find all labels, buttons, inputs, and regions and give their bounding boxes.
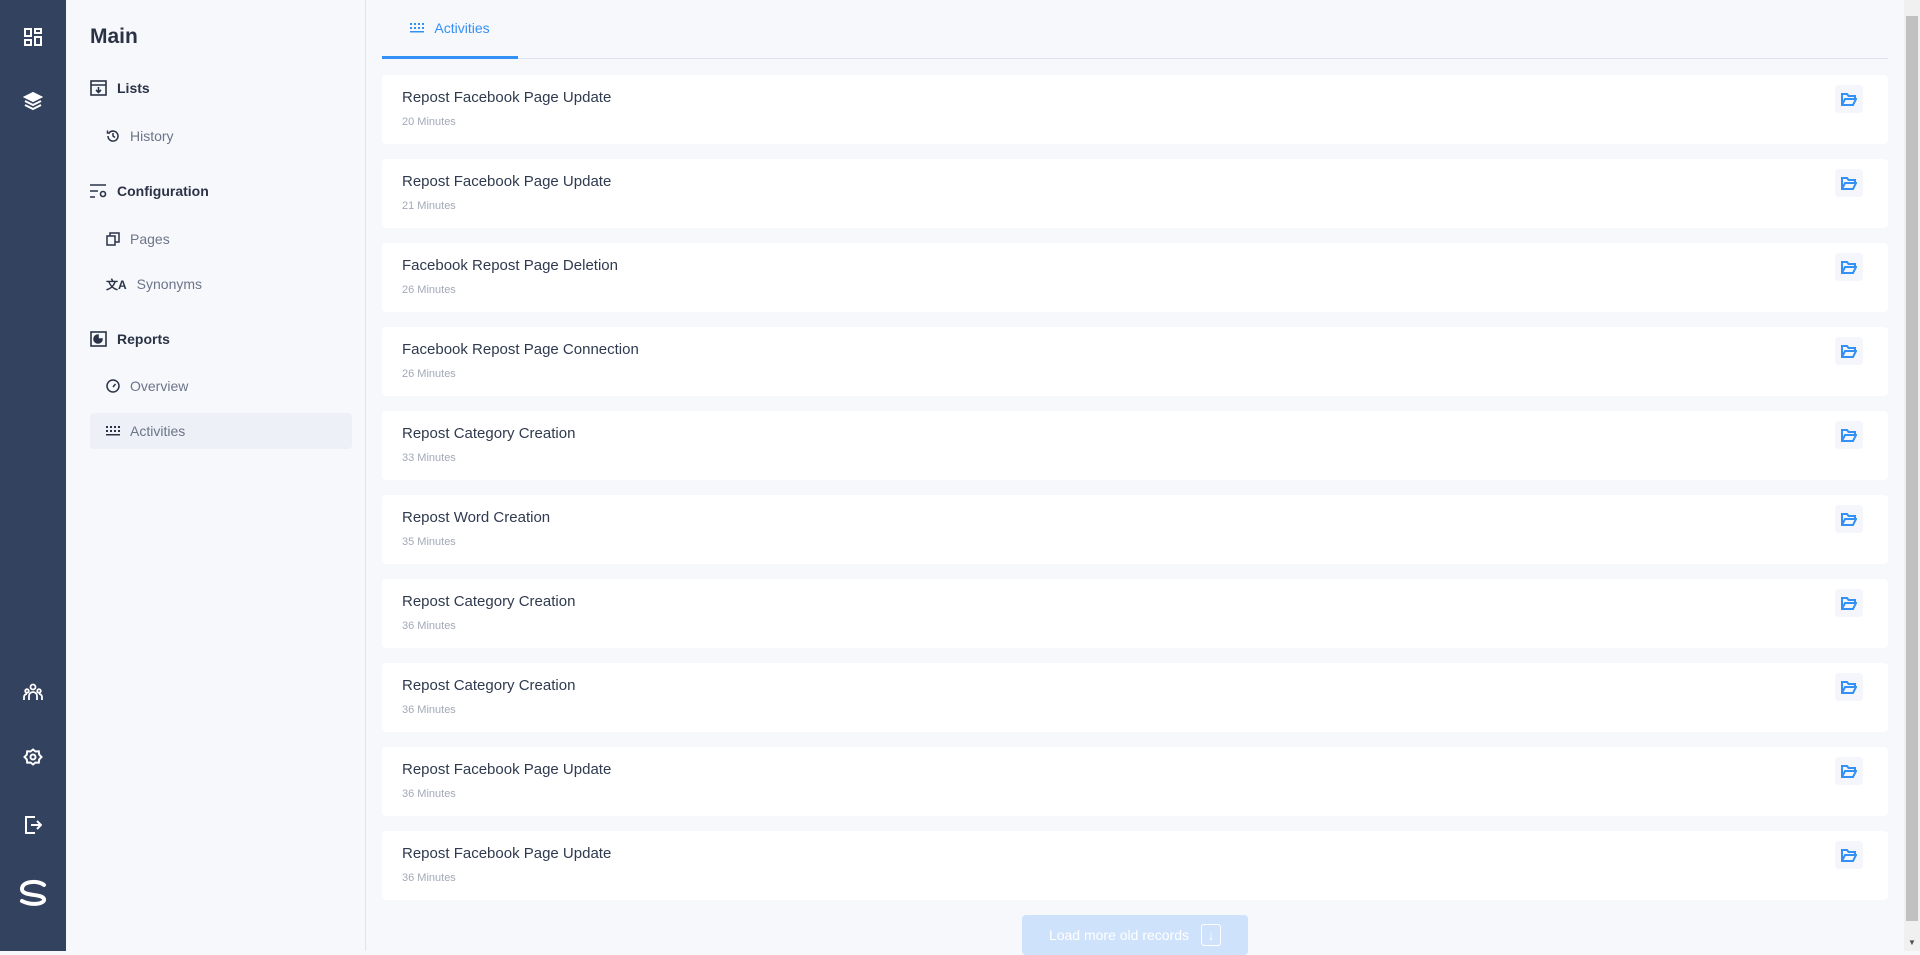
activity-card: Repost Category Creation 36 Minutes <box>382 579 1888 648</box>
sidebar-item-synonyms[interactable]: 文A Synonyms <box>90 266 352 302</box>
sidebar-item-label: Synonyms <box>136 276 203 292</box>
main-content: Activities Repost Facebook Page Update 20… <box>366 0 1904 955</box>
activity-card: Repost Facebook Page Update 36 Minutes <box>382 747 1888 816</box>
activity-time: 35 Minutes <box>402 536 456 548</box>
logo-icon <box>0 873 66 913</box>
folder-open-icon <box>1841 344 1857 358</box>
icon-rail <box>0 0 66 951</box>
activity-title: Repost Facebook Page Update <box>402 89 612 106</box>
scrollbar-thumb[interactable] <box>1906 16 1918 921</box>
gauge-icon <box>106 379 120 393</box>
activity-card: Repost Facebook Page Update 20 Minutes <box>382 75 1888 144</box>
sidebar-item-label: History <box>130 128 174 144</box>
activity-time: 26 Minutes <box>402 284 456 296</box>
section-configuration: Configuration <box>90 183 209 199</box>
open-folder-button[interactable] <box>1835 85 1863 113</box>
settings-icon[interactable] <box>0 738 66 778</box>
activity-card: Facebook Repost Page Deletion 26 Minutes <box>382 243 1888 312</box>
sidebar-item-activities[interactable]: Activities <box>90 413 352 449</box>
folder-open-icon <box>1841 92 1857 106</box>
folder-open-icon <box>1841 764 1857 778</box>
section-label: Lists <box>117 80 150 96</box>
scrollbar[interactable]: ▼ <box>1904 0 1920 951</box>
sidebar-item-label: Overview <box>130 378 189 394</box>
tab-label: Activities <box>434 20 490 36</box>
logout-icon[interactable] <box>0 805 66 845</box>
layers-icon[interactable] <box>0 81 66 121</box>
users-icon[interactable] <box>0 672 66 712</box>
activity-card: Repost Category Creation 36 Minutes <box>382 663 1888 732</box>
section-label: Reports <box>117 331 170 347</box>
activity-time: 21 Minutes <box>402 200 456 212</box>
section-lists: Lists <box>90 80 150 96</box>
activity-time: 36 Minutes <box>402 620 456 632</box>
folder-open-icon <box>1841 512 1857 526</box>
open-folder-button[interactable] <box>1835 421 1863 449</box>
folder-open-icon <box>1841 176 1857 190</box>
activity-title: Repost Category Creation <box>402 677 576 694</box>
dashboard-icon[interactable] <box>0 17 66 57</box>
open-folder-button[interactable] <box>1835 673 1863 701</box>
activity-time: 33 Minutes <box>402 452 456 464</box>
arrow-down-icon: ↓ <box>1201 924 1222 946</box>
activity-card: Repost Category Creation 33 Minutes <box>382 411 1888 480</box>
archive-icon <box>90 80 107 96</box>
activity-card: Repost Facebook Page Update 36 Minutes <box>382 831 1888 900</box>
open-folder-button[interactable] <box>1835 589 1863 617</box>
activity-time: 26 Minutes <box>402 368 456 380</box>
activity-title: Facebook Repost Page Connection <box>402 341 639 358</box>
open-folder-button[interactable] <box>1835 841 1863 869</box>
activity-title: Repost Word Creation <box>402 509 551 526</box>
activity-title: Repost Facebook Page Update <box>402 761 612 778</box>
activity-time: 36 Minutes <box>402 704 456 716</box>
open-folder-button[interactable] <box>1835 169 1863 197</box>
sidebar-item-pages[interactable]: Pages <box>90 221 352 257</box>
secondary-sidebar: Main Lists History Configuration Pages 文… <box>66 0 366 951</box>
open-folder-button[interactable] <box>1835 757 1863 785</box>
sidebar-item-history[interactable]: History <box>90 118 352 154</box>
folder-open-icon <box>1841 680 1857 694</box>
open-folder-button[interactable] <box>1835 337 1863 365</box>
sidebar-item-label: Activities <box>130 423 186 439</box>
open-folder-button[interactable] <box>1835 253 1863 281</box>
section-label: Configuration <box>117 183 209 199</box>
open-folder-button[interactable] <box>1835 505 1863 533</box>
activity-title: Repost Facebook Page Update <box>402 173 612 190</box>
history-icon <box>106 130 119 142</box>
report-icon <box>90 331 107 347</box>
activity-title: Repost Category Creation <box>402 425 576 442</box>
section-reports: Reports <box>90 331 170 347</box>
folder-open-icon <box>1841 848 1857 862</box>
activity-title: Repost Category Creation <box>402 593 576 610</box>
tab-bar: Activities <box>382 0 1888 59</box>
activity-time: 36 Minutes <box>402 872 456 884</box>
activities-icon <box>106 426 120 436</box>
load-more-button[interactable]: Load more old records ↓ <box>1022 915 1248 955</box>
sidebar-item-overview[interactable]: Overview <box>90 368 352 404</box>
folder-open-icon <box>1841 428 1857 442</box>
load-more-label: Load more old records <box>1048 927 1190 943</box>
folder-open-icon <box>1841 260 1857 274</box>
scroll-down-icon[interactable]: ▼ <box>1908 938 1916 947</box>
activity-title: Facebook Repost Page Deletion <box>402 257 618 274</box>
activity-card: Facebook Repost Page Connection 26 Minute… <box>382 327 1888 396</box>
activity-title: Repost Facebook Page Update <box>402 845 612 862</box>
activity-time: 36 Minutes <box>402 788 456 800</box>
sidebar-item-label: Pages <box>130 231 170 247</box>
activity-time: 20 Minutes <box>402 116 456 128</box>
pages-icon <box>106 232 120 246</box>
sidebar-title: Main <box>90 25 138 48</box>
config-icon <box>90 184 107 198</box>
folder-open-icon <box>1841 596 1857 610</box>
translate-icon: 文A <box>106 277 127 292</box>
activity-card: Repost Facebook Page Update 21 Minutes <box>382 159 1888 228</box>
activities-icon <box>410 23 425 33</box>
activity-card: Repost Word Creation 35 Minutes <box>382 495 1888 564</box>
tab-activities[interactable]: Activities <box>382 0 518 59</box>
